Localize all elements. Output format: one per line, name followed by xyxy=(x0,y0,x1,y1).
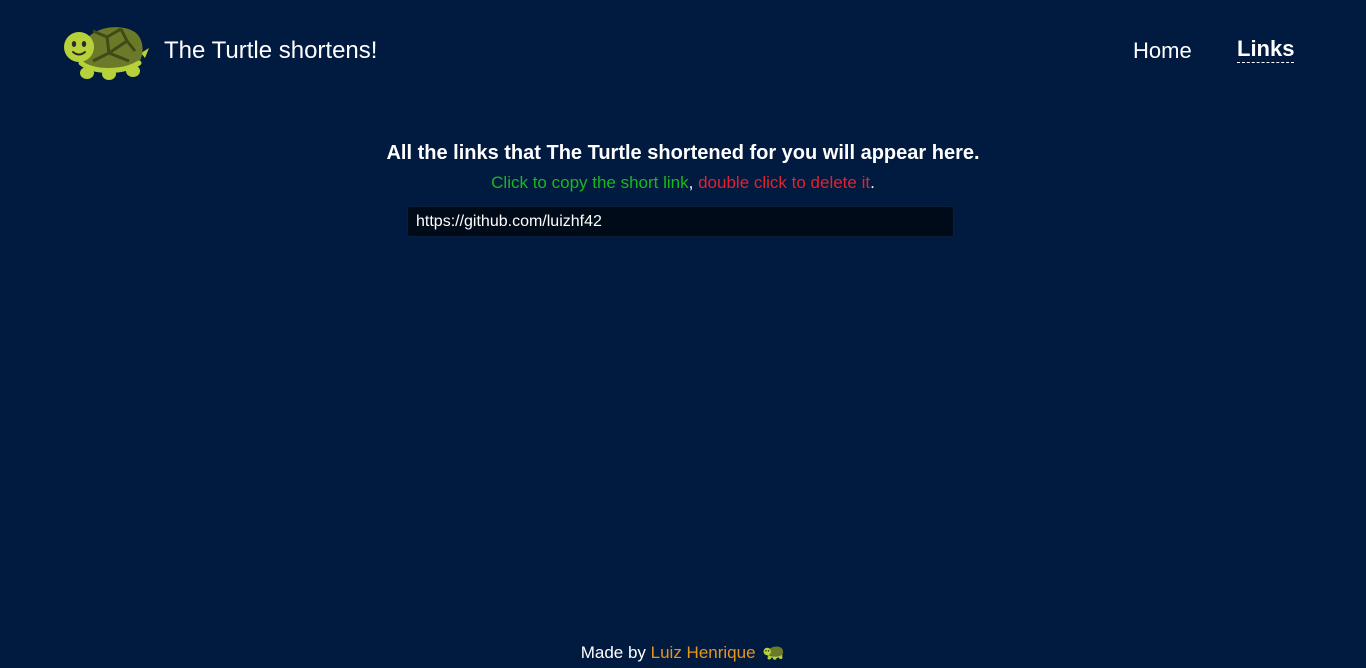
made-by-text: Made by xyxy=(580,643,646,662)
nav-links-link[interactable]: Links xyxy=(1237,36,1295,63)
delete-hint: double click to delete it xyxy=(698,173,871,192)
link-item[interactable]: https://github.com/luizhf42 xyxy=(407,206,954,237)
nav-home-link[interactable]: Home xyxy=(1133,36,1192,66)
links-section: All the links that The Turtle shortened … xyxy=(0,138,1366,195)
instructions: Click to copy the short link, double cli… xyxy=(0,171,1366,195)
footer: Made by Luiz Henrique xyxy=(0,640,1366,666)
author-link[interactable]: Luiz Henrique xyxy=(651,643,756,662)
header: The Turtle shortens! Home Links xyxy=(0,0,1366,100)
page-heading: All the links that The Turtle shortened … xyxy=(386,142,980,164)
turtle-icon xyxy=(763,642,785,660)
hint-end: . xyxy=(870,173,875,192)
app-title: The Turtle shortens! xyxy=(164,37,378,64)
hint-separator: , xyxy=(688,173,694,192)
link-list: https://github.com/luizhf42 xyxy=(407,206,954,237)
copy-hint: Click to copy the short link xyxy=(491,173,689,192)
turtle-icon xyxy=(63,21,149,81)
